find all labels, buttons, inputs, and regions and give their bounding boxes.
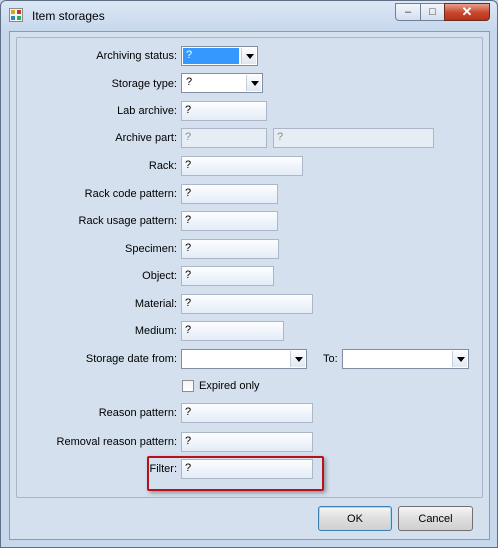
storage-type-label: Storage type: [111,78,177,90]
storage-date-to-label: To: [323,353,338,365]
storage-type-combo[interactable]: ? [181,73,263,93]
rack-code-pattern-field[interactable]: ? [181,184,278,204]
minimize-icon: – [404,6,412,18]
storage-date-from-value [183,351,189,367]
archive-part-field-1: ? [181,128,267,148]
reason-pattern-field[interactable]: ? [181,403,313,423]
archive-part-label: Archive part: [115,132,177,144]
rack-label: Rack: [148,160,177,172]
close-icon: ✕ [461,4,473,19]
criteria-group-box: Archiving status: ? Storage type: ? Lab … [16,37,483,498]
chevron-down-icon[interactable] [241,48,256,64]
material-field[interactable]: ? [181,294,313,314]
dialog-client-area: Archiving status: ? Storage type: ? Lab … [9,31,490,540]
rack-usage-pattern-field[interactable]: ? [181,211,278,231]
medium-label: Medium: [134,325,177,337]
filter-highlight-box [147,456,324,491]
title-bar[interactable]: Item storages – □ ✕ [1,1,497,29]
removal-reason-pattern-field[interactable]: ? [181,432,313,452]
ok-button[interactable]: OK [318,506,392,531]
lab-archive-field[interactable]: ? [181,101,267,121]
rack-usage-pattern-label: Rack usage pattern: [78,215,177,227]
removal-reason-pattern-label: Removal reason pattern: [56,436,177,448]
rack-field[interactable]: ? [181,156,303,176]
maximize-button[interactable]: □ [420,3,445,21]
item-storages-window: Item storages – □ ✕ Archiving status: ? … [0,0,498,548]
window-title: Item storages [32,9,105,23]
reason-pattern-label: Reason pattern: [98,407,177,419]
rack-code-pattern-label: Rack code pattern: [84,188,177,200]
object-label: Object: [142,270,177,282]
storage-date-from-label: Storage date from: [85,353,177,365]
minimize-button[interactable]: – [395,3,421,21]
app-grid-icon [9,8,23,22]
chevron-down-icon[interactable] [452,351,467,367]
archiving-status-label: Archiving status: [96,50,177,62]
storage-date-from-picker[interactable] [181,349,307,369]
material-label: Material: [134,298,177,310]
maximize-icon: □ [429,6,436,18]
specimen-field[interactable]: ? [181,239,279,259]
storage-date-to-value [344,351,350,367]
chevron-down-icon[interactable] [246,75,261,91]
object-field[interactable]: ? [181,266,274,286]
archiving-status-value: ? [183,48,239,64]
archive-part-field-2: ? [273,128,434,148]
cancel-button[interactable]: Cancel [398,506,473,531]
medium-field[interactable]: ? [181,321,284,341]
close-button[interactable]: ✕ [444,3,490,21]
expired-only-checkbox[interactable] [182,380,194,392]
archiving-status-combo[interactable]: ? [181,46,258,66]
expired-only-label[interactable]: Expired only [199,380,260,392]
specimen-label: Specimen: [125,243,177,255]
chevron-down-icon[interactable] [290,351,305,367]
storage-type-value: ? [186,76,193,88]
lab-archive-label: Lab archive: [117,105,177,117]
storage-date-to-picker[interactable] [342,349,469,369]
